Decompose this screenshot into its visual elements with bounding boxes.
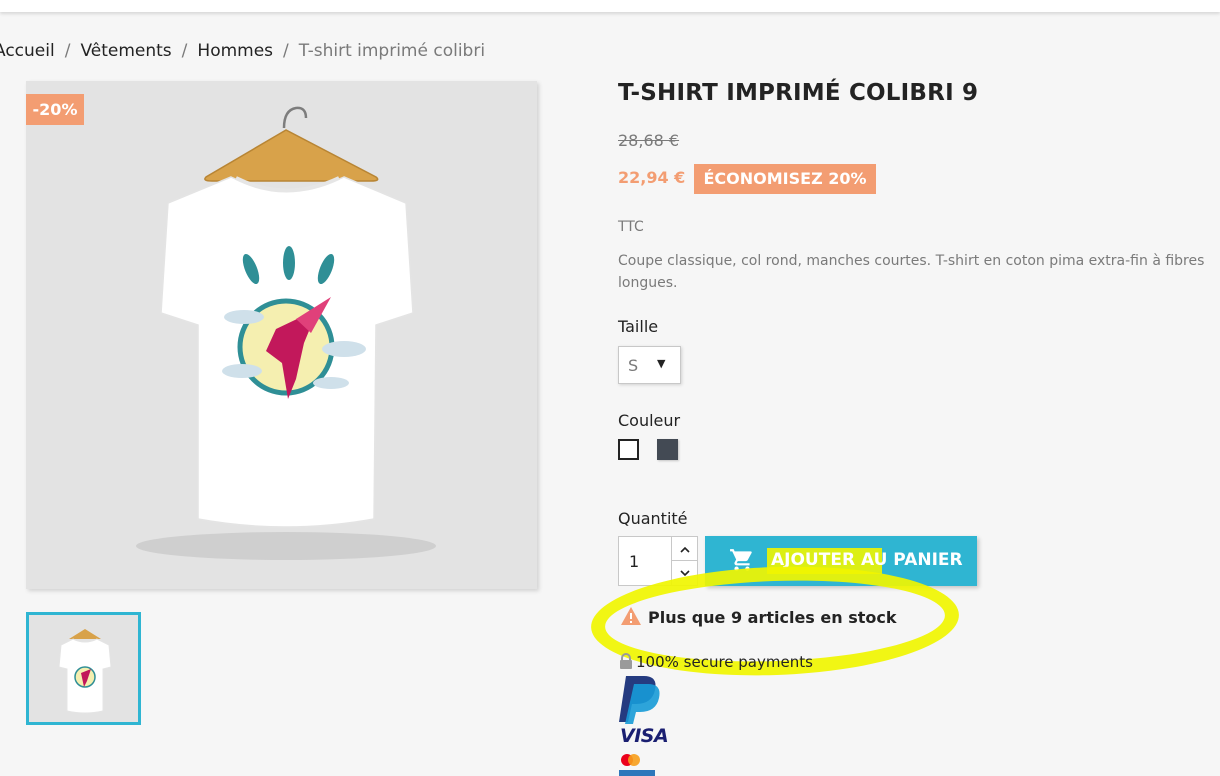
secure-payments: 100% secure payments: [619, 653, 813, 673]
chevron-up-icon[interactable]: [671, 537, 697, 561]
warning-icon: [620, 606, 642, 630]
color-label: Couleur: [618, 411, 681, 430]
discount-badge: ÉCONOMISEZ 20%: [694, 164, 876, 194]
lock-icon: [619, 653, 633, 673]
amex-logo: [619, 770, 655, 776]
visa-logo: VISA: [620, 725, 669, 747]
stock-availability: Plus que 9 articles en stock: [620, 606, 897, 630]
breadcrumb-separator: /: [181, 41, 188, 61]
stock-message: Plus que 9 articles en stock: [648, 608, 897, 627]
product-thumbnail[interactable]: [26, 612, 141, 725]
add-to-cart-label: AJOUTER AU PANIER: [771, 550, 963, 570]
discount-flag: -20%: [26, 94, 84, 125]
breadcrumb-separator: /: [283, 41, 289, 61]
color-swatch-white[interactable]: [618, 439, 639, 460]
breadcrumb-vetements[interactable]: Vêtements: [80, 41, 171, 61]
mastercard-logo: [619, 752, 643, 771]
quantity-stepper: [618, 536, 698, 586]
color-swatch-dark-grey[interactable]: [657, 439, 678, 460]
quantity-label: Quantité: [618, 509, 688, 528]
tshirt-illustration: [136, 106, 436, 560]
breadcrumb: Accueil / Vêtements / Hommes / T-shirt imprimé…: [0, 41, 485, 61]
current-price: 22,94 €: [618, 168, 686, 187]
size-label: Taille: [618, 317, 659, 336]
secure-payments-label: 100% secure payments: [636, 653, 813, 671]
breadcrumb-separator: /: [64, 41, 71, 61]
size-value: S: [628, 356, 639, 375]
tshirt-thumbnail-image: [58, 629, 112, 714]
chevron-down-icon[interactable]: [671, 561, 697, 585]
cart-icon: [729, 547, 755, 578]
tax-label: TTC: [618, 219, 644, 235]
quantity-input[interactable]: [619, 537, 671, 585]
product-title: T-SHIRT IMPRIMÉ COLIBRI 9: [618, 80, 979, 106]
paypal-logo: [618, 674, 662, 728]
size-select[interactable]: S ▼: [618, 346, 681, 384]
product-main-image[interactable]: [26, 81, 537, 589]
breadcrumb-current: T-shirt imprimé colibri: [298, 41, 486, 61]
regular-price: 28,68 €: [618, 131, 680, 150]
header-bar: [0, 0, 1220, 12]
breadcrumb-home[interactable]: Accueil: [0, 41, 55, 61]
caret-down-icon: ▼: [657, 357, 666, 370]
product-description: Coupe classique, col rond, manches court…: [618, 253, 1205, 291]
add-to-cart-button[interactable]: AJOUTER AU PANIER: [705, 536, 977, 586]
breadcrumb-hommes[interactable]: Hommes: [197, 41, 273, 61]
